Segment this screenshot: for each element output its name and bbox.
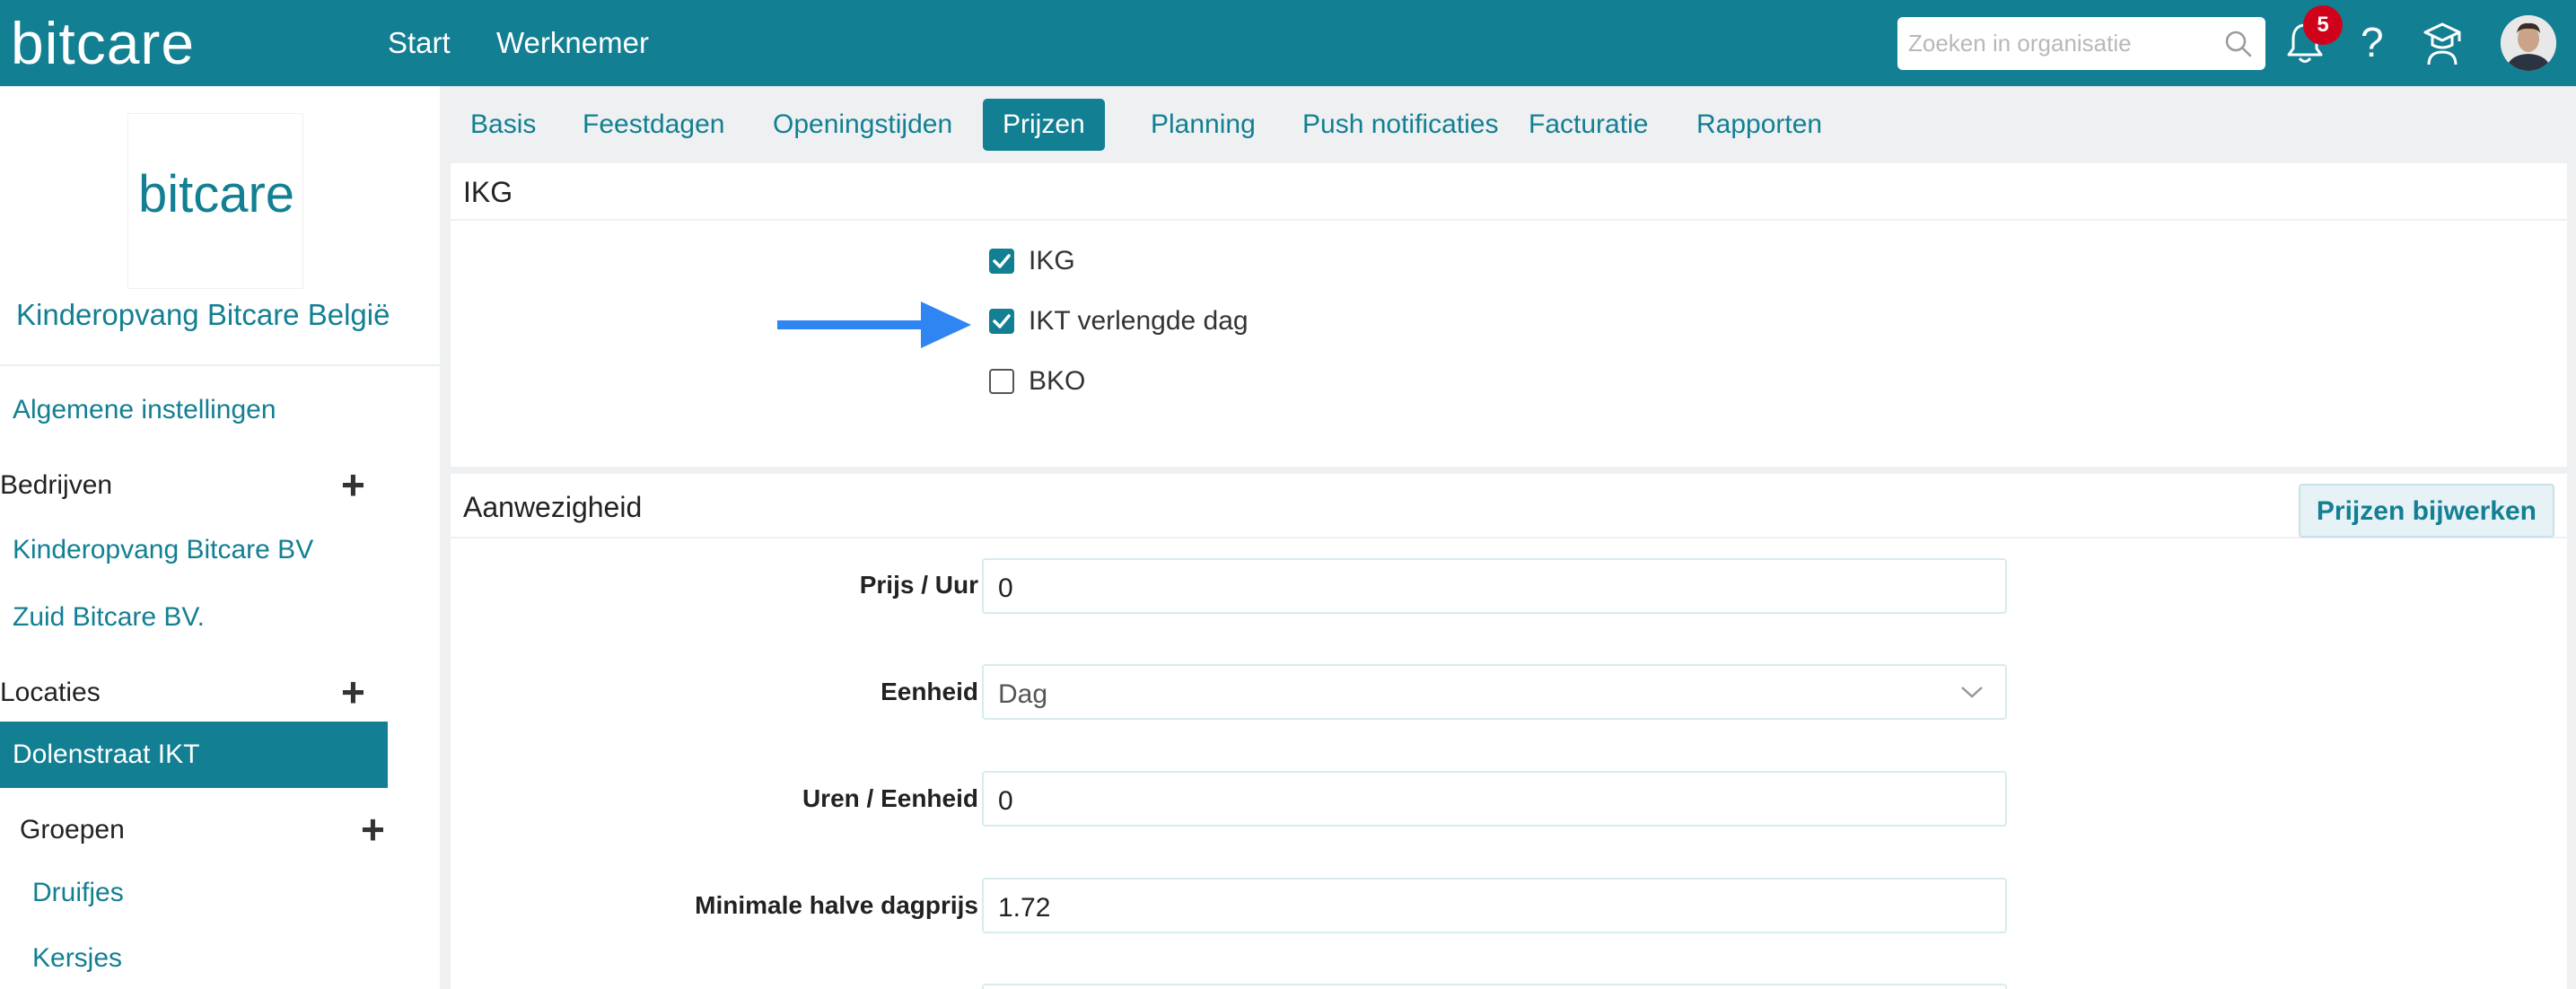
- nav-start[interactable]: Start: [388, 0, 451, 86]
- sidebar-item-group[interactable]: Kersjes: [32, 943, 122, 974]
- update-prices-button[interactable]: Prijzen bijwerken: [2298, 484, 2554, 538]
- settings-tabs: Basis Feestdagen Openingstijden Prijzen …: [440, 86, 2576, 163]
- input-value: 0: [998, 786, 1013, 816]
- input-value: 0: [998, 573, 1013, 603]
- user-avatar[interactable]: [2501, 15, 2556, 71]
- help-icon[interactable]: ?: [2361, 18, 2384, 66]
- top-bar: bitcare Start Werknemer 5 ?: [0, 0, 2576, 86]
- search-icon[interactable]: [2224, 30, 2253, 58]
- sidebar-item-company[interactable]: Zuid Bitcare BV.: [13, 602, 205, 633]
- input-value: 1.72: [998, 893, 1051, 923]
- sidebar-item-company[interactable]: Kinderopvang Bitcare BV: [13, 535, 313, 565]
- arrow-right-icon: [777, 302, 971, 348]
- field-label-price-per-hour: Prijs / Uur: [859, 571, 978, 599]
- search-box: [1897, 17, 2265, 70]
- sidebar-item-general-settings[interactable]: Algemene instellingen: [13, 395, 276, 425]
- sidebar-heading-locations: Locaties: [0, 678, 101, 707]
- checkbox-ikg[interactable]: [989, 249, 1014, 274]
- tab-push-notificaties[interactable]: Push notificaties: [1283, 99, 1518, 151]
- sidebar-item-label: Dolenstraat IKT: [13, 740, 200, 769]
- checkmark-icon: [993, 314, 1011, 328]
- tab-prijzen[interactable]: Prijzen: [983, 99, 1105, 151]
- sidebar-item-group[interactable]: Druifjes: [32, 878, 124, 908]
- attendance-panel: Aanwezigheid Prijzen bijwerken Prijs / U…: [451, 474, 2567, 989]
- unit-select[interactable]: Dag: [982, 664, 2007, 720]
- app-logo[interactable]: bitcare: [11, 9, 195, 77]
- add-company-icon[interactable]: +: [341, 464, 365, 505]
- checkbox-label: BKO: [1029, 366, 1086, 396]
- notification-badge: 5: [2303, 5, 2343, 45]
- ikg-panel-title: IKG: [463, 176, 513, 208]
- hours-per-unit-input[interactable]: 0: [982, 771, 2007, 827]
- sidebar: bitcare Kinderopvang Bitcare België Alge…: [0, 86, 440, 989]
- attendance-panel-header: Aanwezigheid Prijzen bijwerken: [451, 474, 2567, 538]
- sidebar-item-active-location[interactable]: Dolenstraat IKT: [0, 722, 388, 788]
- field-label-minimum-half-day-price: Minimale halve dagprijs: [695, 891, 978, 919]
- organization-logo-text: bitcare: [137, 165, 295, 223]
- attendance-panel-title: Aanwezigheid: [463, 491, 643, 523]
- field-label-hours-per-unit: Uren / Eenheid: [802, 784, 978, 812]
- user-photo-icon: [2501, 15, 2556, 71]
- add-group-icon[interactable]: +: [361, 809, 385, 850]
- price-per-hour-input[interactable]: 0: [982, 558, 2007, 614]
- tab-basis[interactable]: Basis: [451, 99, 556, 151]
- add-location-icon[interactable]: +: [341, 671, 365, 713]
- tab-rapporten[interactable]: Rapporten: [1677, 99, 1842, 151]
- tab-openingstijden[interactable]: Openingstijden: [753, 99, 972, 151]
- checkmark-icon: [993, 254, 1011, 268]
- next-field-input[interactable]: [982, 984, 2007, 989]
- checkbox-label: IKT verlengde dag: [1029, 306, 1249, 336]
- sidebar-heading-companies: Bedrijven: [0, 470, 113, 500]
- graduation-cap-icon[interactable]: [2423, 20, 2461, 66]
- search-input[interactable]: [1908, 17, 2213, 70]
- sidebar-heading-groups: Groepen: [20, 815, 125, 845]
- ikg-panel-header: IKG: [451, 163, 2567, 221]
- checkbox-ikt-verlengde-dag[interactable]: [989, 309, 1014, 334]
- organization-logo: bitcare: [127, 113, 303, 289]
- field-label-unit: Eenheid: [881, 678, 978, 705]
- tab-facturatie[interactable]: Facturatie: [1509, 99, 1668, 151]
- chevron-down-icon: [1961, 687, 1983, 698]
- checkbox-label: IKG: [1029, 246, 1075, 276]
- checkbox-bko[interactable]: [989, 369, 1014, 394]
- organization-name: Kinderopvang Bitcare België: [16, 298, 390, 331]
- select-value: Dag: [998, 679, 1048, 709]
- tab-planning[interactable]: Planning: [1131, 99, 1275, 151]
- tab-feestdagen[interactable]: Feestdagen: [563, 99, 744, 151]
- minimum-half-day-price-input[interactable]: 1.72: [982, 878, 2007, 933]
- sidebar-divider: [0, 364, 440, 366]
- nav-werknemer[interactable]: Werknemer: [496, 0, 649, 86]
- ikg-panel: IKG IKG IKT verlengde dag BKO: [451, 163, 2567, 467]
